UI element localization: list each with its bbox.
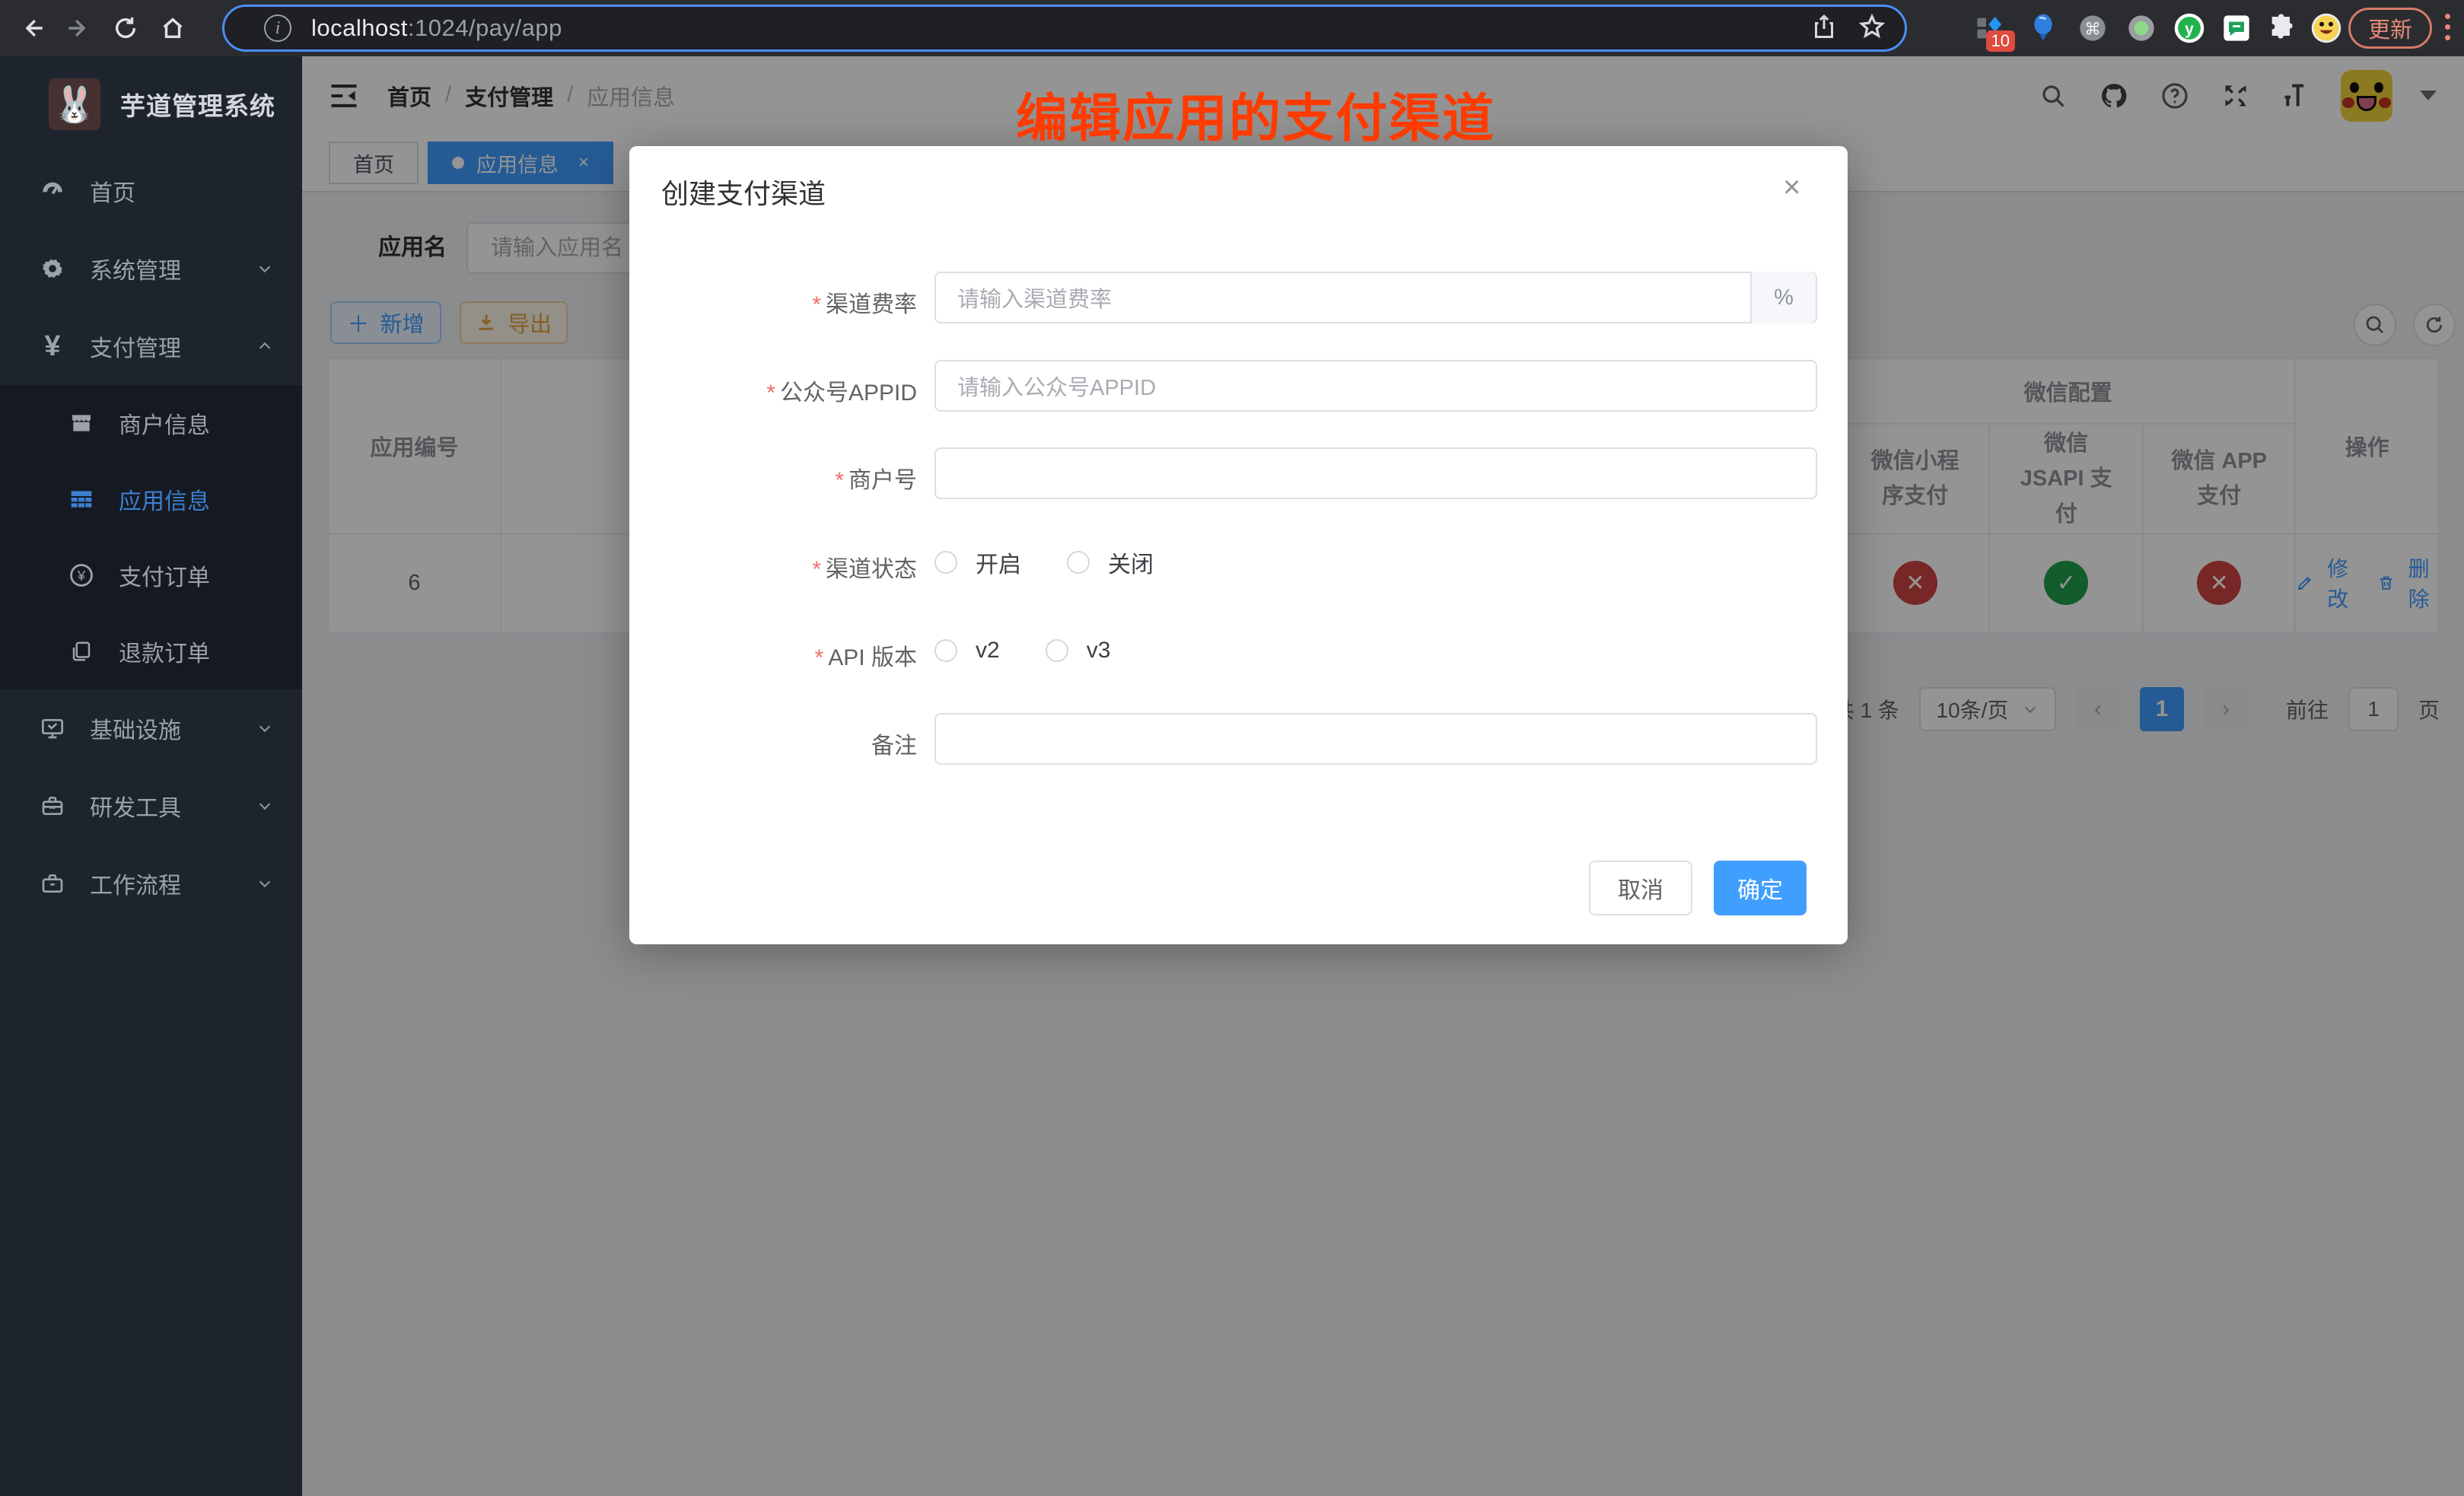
chevron-up-icon — [256, 338, 273, 355]
radio-v3[interactable]: v3 — [1046, 638, 1111, 664]
dialog-close-icon[interactable]: × — [1783, 172, 1800, 202]
browser-home-button[interactable] — [155, 11, 190, 46]
sidebar-item-infrastructure[interactable]: 基础设施 — [0, 689, 302, 767]
extension-chat-icon[interactable] — [2220, 12, 2252, 44]
sidebar-item-payment[interactable]: ¥ 支付管理 — [0, 307, 302, 385]
browser-reload-button[interactable] — [108, 11, 143, 46]
briefcase-icon — [37, 871, 68, 896]
url-text: localhost:1024/pay/app — [311, 14, 562, 42]
logo-image: 🐰 — [49, 78, 100, 130]
gear-icon — [37, 256, 68, 282]
site-info-icon[interactable]: i — [264, 14, 291, 42]
api-radio-group: v2 v3 — [934, 625, 1110, 676]
merchant-label: *商户号 — [629, 461, 917, 495]
svg-text:⌘: ⌘ — [2084, 19, 2101, 38]
profile-emoji-avatar[interactable] — [2310, 12, 2342, 44]
browser-toolbar: i localhost:1024/pay/app 10 ⌘ y 更新 — [0, 0, 2464, 56]
dashboard-icon — [37, 178, 68, 204]
rate-input[interactable]: 请输入渠道费率 % — [934, 272, 1817, 323]
radio-v2[interactable]: v2 — [934, 638, 1000, 664]
radio-circle[interactable] — [1067, 551, 1090, 574]
yen-icon: ¥ — [37, 330, 68, 363]
sidebar-item-merchant-info[interactable]: 商户信息 — [0, 385, 302, 461]
sidebar-item-dev-tools[interactable]: 研发工具 — [0, 767, 302, 845]
svg-text:¥: ¥ — [77, 568, 86, 584]
app-logo[interactable]: 🐰 芋道管理系统 — [0, 56, 302, 152]
yen-circle-icon: ¥ — [65, 562, 97, 588]
percent-suffix: % — [1750, 272, 1816, 323]
sidebar: 🐰 芋道管理系统 首页 系统管理 ¥ 支付管理 商户信息 应用信息 — [0, 56, 302, 1496]
status-radio-group: 开启 关闭 — [934, 536, 1154, 588]
sidebar-item-app-info[interactable]: 应用信息 — [0, 461, 302, 537]
radio-circle[interactable] — [934, 551, 957, 574]
appid-input[interactable]: 请输入公众号APPID — [934, 360, 1817, 412]
api-label: *API 版本 — [629, 638, 917, 672]
rate-label: *渠道费率 — [629, 285, 917, 319]
sidebar-item-pay-orders[interactable]: ¥ 支付订单 — [0, 537, 302, 613]
appid-label: *公众号APPID — [629, 374, 917, 407]
payment-submenu: 商户信息 应用信息 ¥ 支付订单 退款订单 — [0, 385, 302, 689]
extension-y-icon[interactable]: y — [2173, 12, 2205, 44]
annotation-text: 编辑应用的支付渠道 — [685, 76, 1826, 151]
create-channel-dialog: 创建支付渠道 × *渠道费率 请输入渠道费率 % *公众号APPID 请输入公众… — [629, 146, 1848, 944]
svg-text:y: y — [2185, 21, 2194, 38]
dialog-title: 创建支付渠道 — [661, 172, 826, 212]
chevron-down-icon — [256, 720, 273, 737]
cancel-button[interactable]: 取消 — [1589, 861, 1692, 915]
sidebar-item-system[interactable]: 系统管理 — [0, 230, 302, 307]
remark-input[interactable] — [934, 713, 1817, 765]
browser-back-button[interactable] — [15, 11, 50, 46]
chevron-down-icon — [256, 797, 273, 814]
extension-green-dot-icon[interactable] — [2125, 12, 2157, 44]
confirm-button[interactable]: 确定 — [1714, 861, 1807, 915]
share-icon[interactable] — [1810, 13, 1838, 44]
radio-enabled[interactable]: 开启 — [934, 546, 1021, 579]
browser-address-bar[interactable]: i localhost:1024/pay/app — [222, 5, 1907, 52]
radio-disabled[interactable]: 关闭 — [1067, 546, 1154, 579]
sidebar-item-refund-orders[interactable]: 退款订单 — [0, 613, 302, 689]
remark-label: 备注 — [629, 727, 917, 760]
monitor-icon — [37, 716, 68, 740]
browser-menu-icon[interactable] — [2445, 14, 2451, 40]
chevron-down-icon — [256, 260, 273, 277]
app-title: 芋道管理系统 — [120, 86, 275, 123]
browser-update-button[interactable]: 更新 — [2348, 8, 2432, 49]
merchant-input[interactable] — [934, 447, 1817, 499]
browser-forward-button[interactable] — [61, 11, 96, 46]
toolbox-icon — [37, 794, 68, 818]
extension-diamond-icon[interactable]: 10 — [1974, 12, 2006, 44]
extensions-puzzle-icon[interactable] — [2266, 12, 2298, 44]
status-label: *渠道状态 — [629, 550, 917, 584]
radio-circle[interactable] — [934, 639, 957, 662]
extension-balloon-icon[interactable] — [2027, 12, 2059, 44]
sidebar-item-workflow[interactable]: 工作流程 — [0, 845, 302, 922]
chevron-down-icon — [256, 875, 273, 892]
documents-icon — [65, 640, 97, 663]
bookmark-star-icon[interactable] — [1858, 12, 1886, 45]
grid-icon — [65, 487, 97, 511]
storefront-icon — [65, 411, 97, 435]
sidebar-item-home[interactable]: 首页 — [0, 152, 302, 230]
radio-circle[interactable] — [1046, 639, 1068, 662]
extension-command-icon[interactable]: ⌘ — [2077, 12, 2109, 44]
